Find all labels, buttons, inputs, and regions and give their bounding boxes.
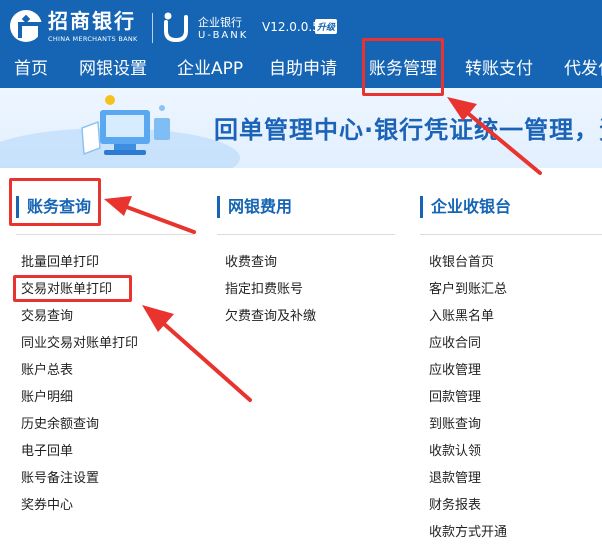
ubank-logo-icon	[164, 12, 188, 43]
link-refund-management[interactable]: 退款管理	[429, 471, 481, 487]
link-transaction-query[interactable]: 交易查询	[21, 309, 73, 325]
link-account-remark-settings[interactable]: 账号备注设置	[21, 471, 99, 487]
arrow-to-section	[104, 196, 196, 234]
highlight-box-accounting-query	[9, 178, 101, 226]
link-receivable-management[interactable]: 应收管理	[429, 363, 481, 379]
section-title-cashier: 企业收银台	[420, 196, 511, 218]
link-payment-method-activation[interactable]: 收款方式开通	[429, 525, 507, 541]
link-account-summary[interactable]: 账户总表	[21, 363, 73, 379]
nav-item-self-service[interactable]: 自助申请	[269, 52, 337, 88]
link-history-balance[interactable]: 历史余额查询	[21, 417, 99, 433]
section-divider	[217, 234, 395, 235]
cmb-logo-icon	[10, 10, 42, 42]
product-english: U-BANK	[198, 30, 249, 41]
section-divider	[16, 234, 194, 235]
nav-item-transfer[interactable]: 转账支付	[465, 52, 533, 88]
section-divider	[420, 234, 602, 235]
nav-item-ebank-settings[interactable]: 网银设置	[79, 52, 147, 88]
version-label: V12.0.0.5	[262, 20, 320, 34]
link-cashier-home[interactable]: 收银台首页	[429, 255, 494, 271]
banner: 回单管理中心·银行凭证统一管理，资	[0, 88, 602, 168]
highlight-box-statement-print	[13, 275, 132, 302]
link-arrears-query[interactable]: 欠费查询及补缴	[225, 309, 316, 325]
nav-item-enterprise-app[interactable]: 企业APP	[177, 52, 243, 88]
highlight-box-accounting-nav	[362, 38, 444, 96]
product-name: 企业银行	[198, 16, 242, 29]
bank-name: 招商银行	[48, 9, 136, 33]
ubank-window: 招商银行 CHINA MERCHANTS BANK 企业银行 U-BANK V1…	[0, 0, 602, 551]
link-collection-management[interactable]: 回款管理	[429, 390, 481, 406]
nav-item-payroll[interactable]: 代发化	[564, 52, 602, 88]
link-interbank-statement-print[interactable]: 同业交易对账单打印	[21, 336, 138, 352]
link-e-receipt[interactable]: 电子回单	[21, 444, 73, 460]
header-divider	[152, 13, 153, 43]
top-header: 招商银行 CHINA MERCHANTS BANK 企业银行 U-BANK V1…	[0, 0, 602, 88]
main-nav: 首页 网银设置 企业APP 自助申请 账务管理 转账支付 代发化	[0, 52, 602, 88]
link-fee-query[interactable]: 收费查询	[225, 255, 277, 271]
link-account-detail[interactable]: 账户明细	[21, 390, 73, 406]
upgrade-badge[interactable]: 升级	[315, 19, 338, 34]
link-blacklist[interactable]: 入账黑名单	[429, 309, 494, 325]
receipt-illustration-icon	[81, 95, 170, 156]
link-designated-fee-account[interactable]: 指定扣费账号	[225, 282, 303, 298]
link-financial-reports[interactable]: 财务报表	[429, 498, 481, 514]
link-receivable-contracts[interactable]: 应收合同	[429, 336, 481, 352]
nav-item-home[interactable]: 首页	[14, 52, 48, 88]
bank-english-name: CHINA MERCHANTS BANK	[48, 35, 138, 43]
link-customer-arrival-summary[interactable]: 客户到账汇总	[429, 282, 507, 298]
link-batch-receipt-print[interactable]: 批量回单打印	[21, 255, 99, 271]
link-voucher-center[interactable]: 奖券中心	[21, 498, 73, 514]
link-payment-claim[interactable]: 收款认领	[429, 444, 481, 460]
section-title-ebank-fees: 网银费用	[217, 196, 292, 218]
link-arrival-query[interactable]: 到账查询	[429, 417, 481, 433]
banner-slogan: 回单管理中心·银行凭证统一管理，资	[214, 116, 602, 144]
